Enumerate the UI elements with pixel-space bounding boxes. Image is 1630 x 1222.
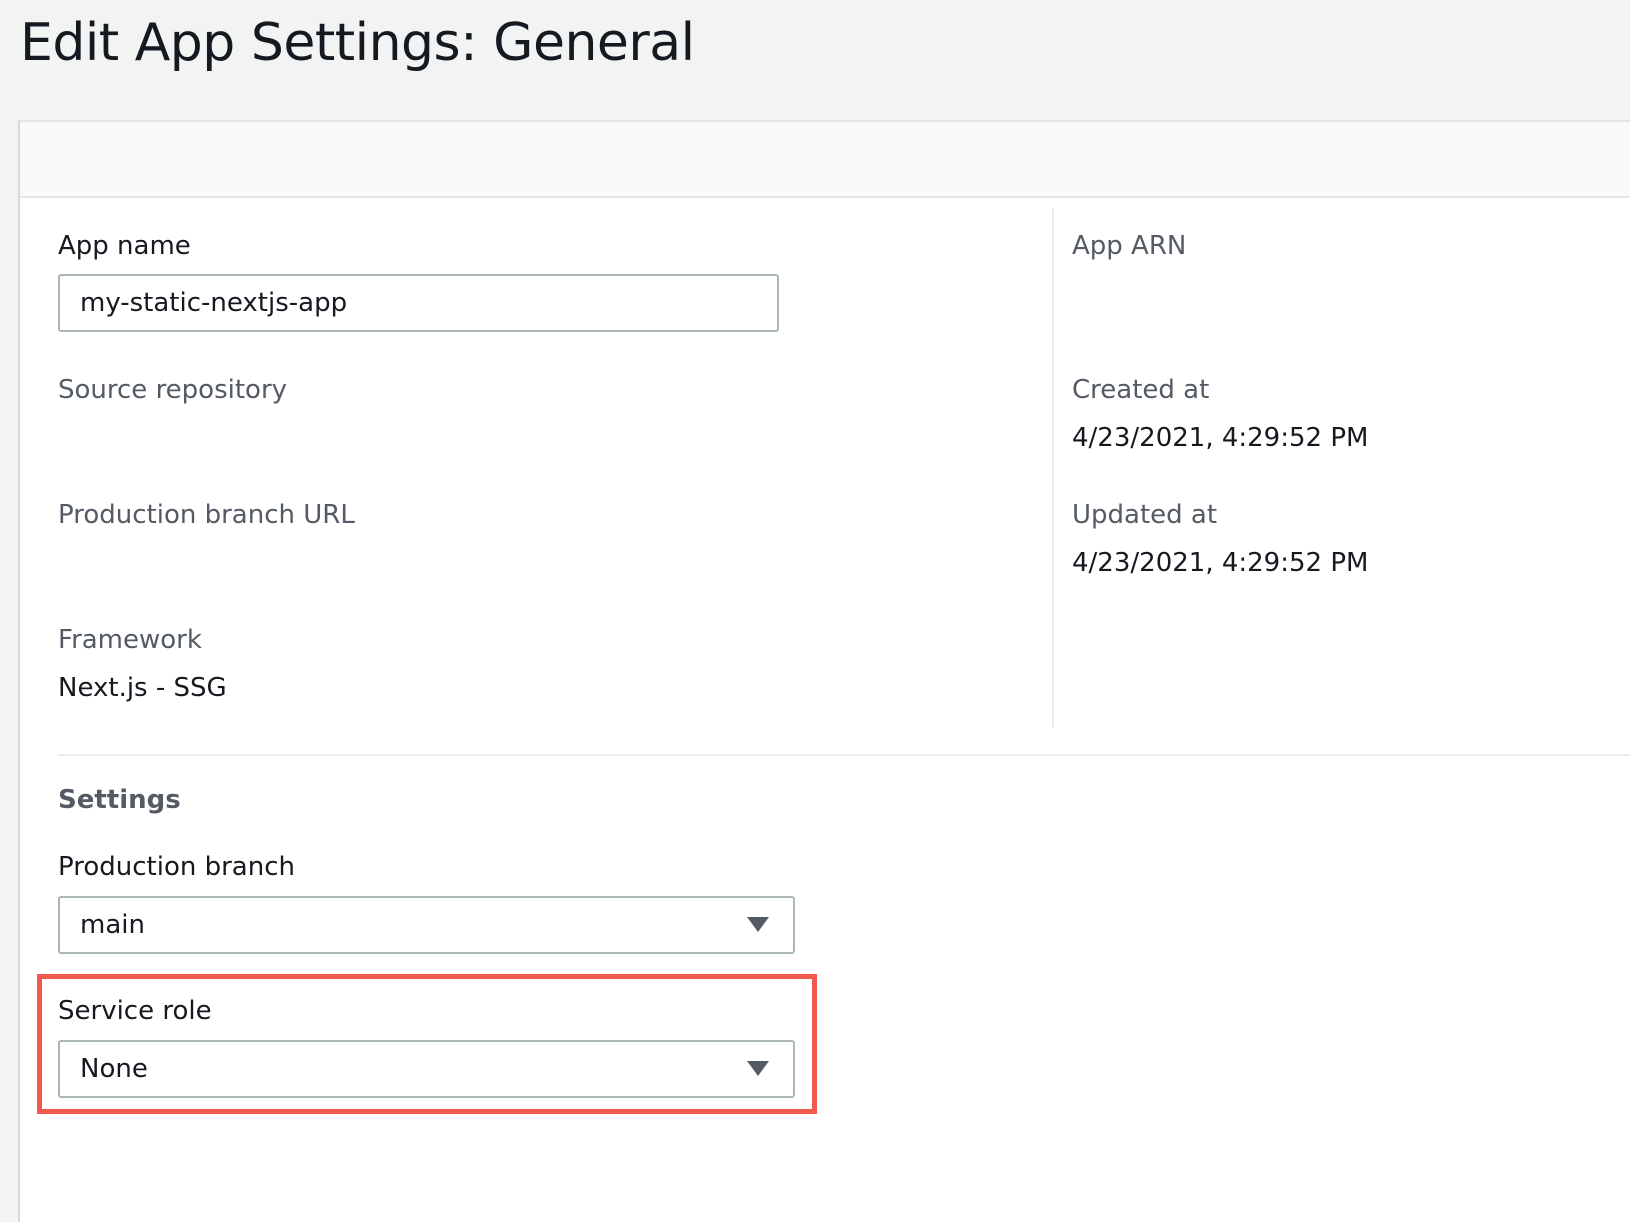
framework-label: Framework <box>58 625 202 655</box>
app-settings-panel: App name Source repository Production br… <box>18 120 1630 1222</box>
service-role-select[interactable]: None <box>58 1040 795 1098</box>
source-repository-label: Source repository <box>58 375 288 405</box>
app-name-input[interactable] <box>58 274 779 332</box>
framework-value: Next.js - SSG <box>58 673 227 703</box>
settings-heading: Settings <box>58 785 181 815</box>
column-divider <box>1052 208 1054 728</box>
chevron-down-icon <box>747 917 769 932</box>
production-branch-selected-value: main <box>80 910 145 940</box>
service-role-label: Service role <box>58 996 212 1026</box>
panel-header <box>20 122 1630 198</box>
app-arn-label: App ARN <box>1072 231 1187 261</box>
production-branch-label: Production branch <box>58 852 295 882</box>
service-role-selected-value: None <box>80 1054 148 1084</box>
production-branch-select[interactable]: main <box>58 896 795 954</box>
updated-at-label: Updated at <box>1072 500 1218 530</box>
page-title: Edit App Settings: General <box>20 13 695 73</box>
chevron-down-icon <box>747 1061 769 1076</box>
production-branch-url-label: Production branch URL <box>58 500 355 530</box>
created-at-value: 4/23/2021, 4:29:52 PM <box>1072 423 1369 453</box>
updated-at-value: 4/23/2021, 4:29:52 PM <box>1072 548 1369 578</box>
created-at-label: Created at <box>1072 375 1210 405</box>
app-name-label: App name <box>58 231 191 261</box>
section-divider <box>58 754 1630 756</box>
